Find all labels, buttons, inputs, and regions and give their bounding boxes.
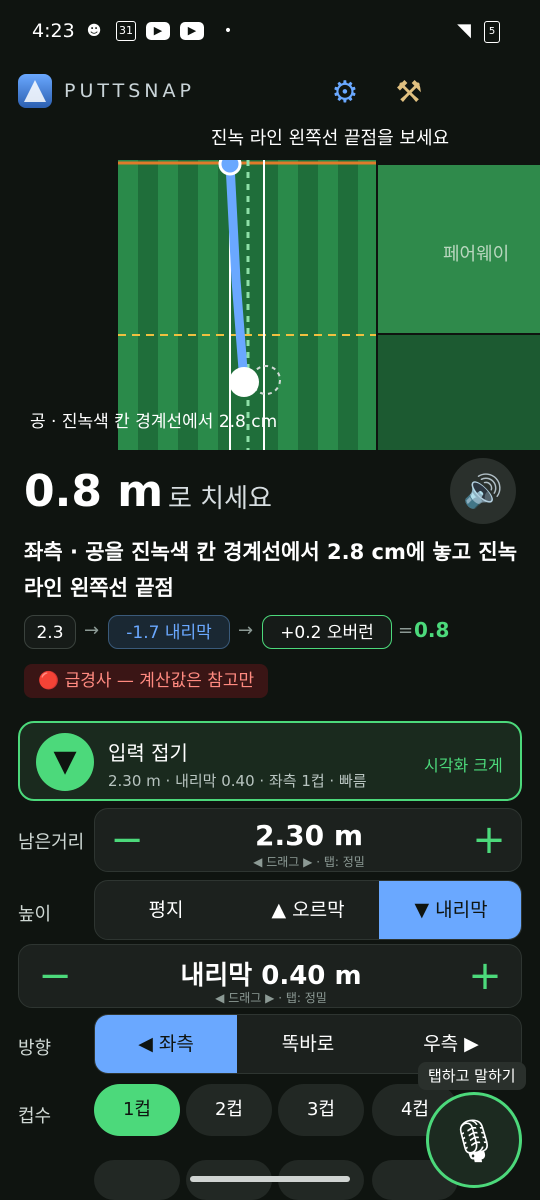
status-bar: 4:23 ☻ 31 ▶ ▶ • ◥ 5 (0, 0, 540, 64)
speed-option[interactable] (94, 1160, 180, 1200)
aim-instruction: 좌측 · 공을 진녹색 칸 경계선에서 2.8 cm에 놓고 진녹 라인 왼쪽선… (24, 540, 518, 600)
cup-option-2[interactable]: 2컵 (186, 1084, 272, 1136)
status-time: 4:23 (32, 20, 75, 42)
face-app-icon: ☻ (86, 23, 102, 39)
speaker-button[interactable]: 🔊 (450, 458, 516, 524)
direction-left-option[interactable]: ◀ 좌측 (95, 1015, 237, 1073)
slope-stepper[interactable]: − 내리막 0.40 m ◀ 드래그 ▶ · 탭: 정밀 + (18, 944, 522, 1008)
cup-option-1[interactable]: 1컵 (94, 1084, 180, 1136)
ball-position-label: 공 · 진녹색 칸 경계선에서 2.8 cm (30, 412, 278, 432)
arrow-right-icon: → (238, 620, 254, 641)
cup-option-3[interactable]: 3컵 (278, 1084, 364, 1136)
equals-sign: = (398, 620, 414, 641)
remaining-distance-value: 2.30 m (254, 819, 363, 852)
height-downhill-option[interactable]: ▼ 내리막 (379, 881, 521, 939)
notification-dot-icon: • (223, 23, 233, 39)
cups-label: 컵수 (18, 1106, 52, 1127)
putt-distance: 0.8 m (24, 466, 164, 517)
battery-icon: 5 (484, 21, 500, 43)
app-title: PUTTSNAP (64, 80, 195, 102)
enlarge-visual-link[interactable]: 시각화 크게 (424, 752, 503, 776)
voice-tooltip: 탭하고 말하기 (418, 1062, 526, 1090)
plus-button[interactable]: + (465, 953, 505, 999)
height-label: 높이 (18, 904, 52, 925)
target-dot (218, 160, 242, 176)
tools-icon[interactable]: ⚒ (390, 74, 428, 112)
microphone-icon: 🎙 (447, 1116, 501, 1165)
voice-input-button[interactable]: 🎙 (426, 1092, 522, 1188)
direction-label: 방향 (18, 1038, 52, 1059)
remaining-distance-stepper[interactable]: − 2.30 m ◀ 드래그 ▶ · 탭: 정밀 + (94, 808, 522, 872)
formula-result: 0.8 (414, 618, 450, 642)
youtube-icon: ▶ (180, 22, 204, 40)
collapse-title: 입력 접기 (108, 741, 188, 765)
speaker-icon: 🔊 (463, 472, 503, 510)
settings-gear-icon[interactable]: ⚙ (326, 74, 364, 112)
minus-button[interactable]: − (35, 953, 75, 999)
base-distance-chip: 2.3 (24, 615, 76, 649)
minus-button[interactable]: − (107, 817, 147, 863)
overrun-chip: +0.2 오버런 (262, 615, 392, 649)
fairway-dark (378, 335, 540, 450)
collapse-triangle-icon[interactable]: ▼ (36, 733, 94, 791)
slope-value: 내리막 0.40 m (180, 961, 362, 991)
youtube-icon: ▶ (146, 22, 170, 40)
height-flat-option[interactable]: 평지 (95, 881, 237, 939)
distance-suffix: 로 치세요 (168, 484, 272, 514)
input-summary: 2.30 m · 내리막 0.40 · 좌측 1컵 · 빠름 (108, 772, 367, 790)
drag-hint: ◀ 드래그 ▶ · 탭: 정밀 (215, 991, 327, 1005)
calendar-icon: 31 (116, 21, 136, 41)
aim-hint: 진녹 라인 왼쪽선 끝점을 보세요 (210, 128, 450, 149)
app-logo (18, 74, 52, 108)
plus-button[interactable]: + (469, 817, 509, 863)
remaining-distance-label: 남은거리 (18, 832, 85, 853)
gesture-nav-handle[interactable] (190, 1176, 350, 1182)
putt-path (225, 160, 249, 387)
wifi-icon: ◥ (457, 20, 471, 41)
height-uphill-option[interactable]: ▲ 오르막 (237, 881, 379, 939)
direction-straight-option[interactable]: 똑바로 (237, 1015, 379, 1073)
slope-chip: -1.7 내리막 (108, 615, 230, 649)
arrow-right-icon: → (84, 620, 100, 641)
fairway-label: 페어웨이 (443, 244, 510, 265)
height-segmented-control[interactable]: 평지 ▲ 오르막 ▼ 내리막 (94, 880, 522, 940)
ball (229, 367, 259, 397)
steep-slope-warning: 🔴 급경사 — 계산값은 참고만 (24, 664, 269, 698)
drag-hint: ◀ 드래그 ▶ · 탭: 정밀 (253, 855, 365, 869)
